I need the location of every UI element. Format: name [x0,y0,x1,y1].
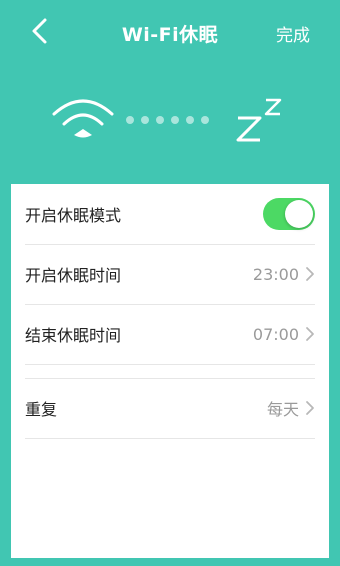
dot [201,116,209,124]
dot [171,116,179,124]
chevron-right-icon [306,401,314,415]
end-time-row[interactable]: 结束休眠时间 07:00 [25,304,315,365]
dot [156,116,164,124]
dot [141,116,149,124]
progress-dots [126,116,209,124]
nav-bar: Wi-Fi休眠 完成 [0,0,340,64]
start-time-value: 23:00 [252,264,299,284]
sleep-mode-toggle[interactable] [263,198,315,230]
chevron-right-icon [306,267,314,281]
start-time-label: 开启休眠时间 [25,266,122,285]
repeat-label: 重复 [25,400,58,419]
dot [186,116,194,124]
end-time-value: 07:00 [252,324,299,344]
repeat-row[interactable]: 重复 每天 [25,378,315,439]
end-time-label: 结束休眠时间 [25,326,122,345]
dot [126,116,134,124]
toggle-knob [285,200,313,228]
done-button[interactable]: 完成 [276,21,310,46]
repeat-value: 每天 [266,400,299,419]
sleep-mode-row: 开启休眠模式 [25,184,315,245]
chevron-right-icon [306,327,314,341]
wifi-icon [52,99,114,138]
zz-icon [236,98,282,142]
start-time-row[interactable]: 开启休眠时间 23:00 [25,244,315,305]
sleep-illustration [0,64,340,184]
settings-card: 开启休眠模式 开启休眠时间 23:00 结束休眠时间 07:00 重复 每天 [11,184,329,558]
sleep-mode-label: 开启休眠模式 [25,206,122,225]
